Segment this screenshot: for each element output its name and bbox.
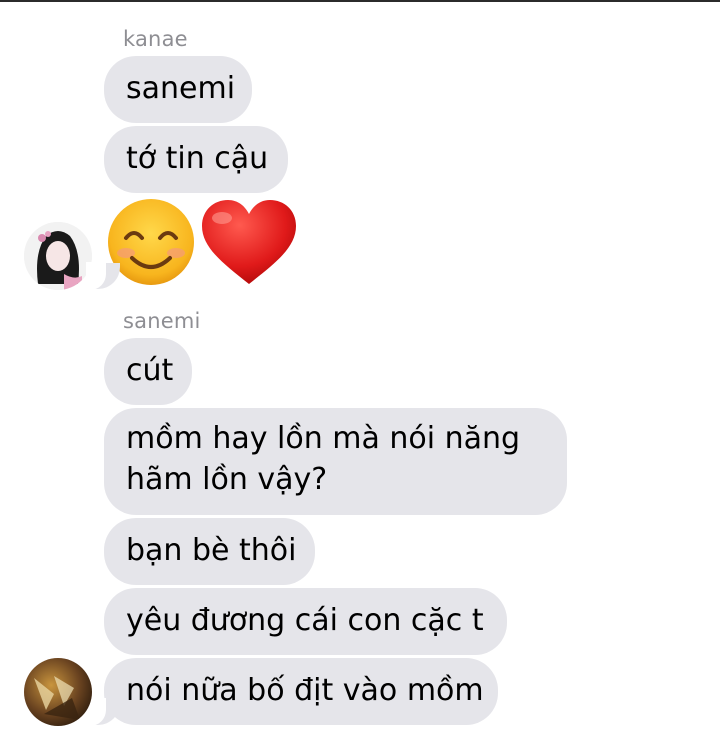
- sender-name: kanae: [123, 27, 188, 51]
- emoji-group: [108, 199, 296, 285]
- message-bubble[interactable]: tớ tin cậu: [104, 126, 288, 193]
- top-divider: [0, 0, 720, 2]
- kanae-avatar[interactable]: [24, 222, 92, 290]
- avatar-image: [24, 658, 92, 726]
- avatar-image: [24, 222, 92, 290]
- message-bubble[interactable]: nói nữa bố địt vào mồm: [104, 658, 498, 725]
- sender-name: sanemi: [123, 309, 201, 333]
- sanemi-avatar[interactable]: [24, 658, 92, 726]
- emoji-message[interactable]: [104, 198, 304, 290]
- message-bubble[interactable]: mồm hay lồn mà nói năng hãm lồn vậy?: [104, 408, 567, 515]
- smiling-face-icon: [108, 199, 194, 285]
- message-bubble[interactable]: cút: [104, 338, 192, 405]
- red-heart-icon: [202, 200, 296, 284]
- message-bubble[interactable]: yêu đương cái con cặc t: [104, 588, 507, 655]
- message-bubble[interactable]: bạn bè thôi: [104, 518, 315, 585]
- message-bubble[interactable]: sanemi: [104, 56, 252, 123]
